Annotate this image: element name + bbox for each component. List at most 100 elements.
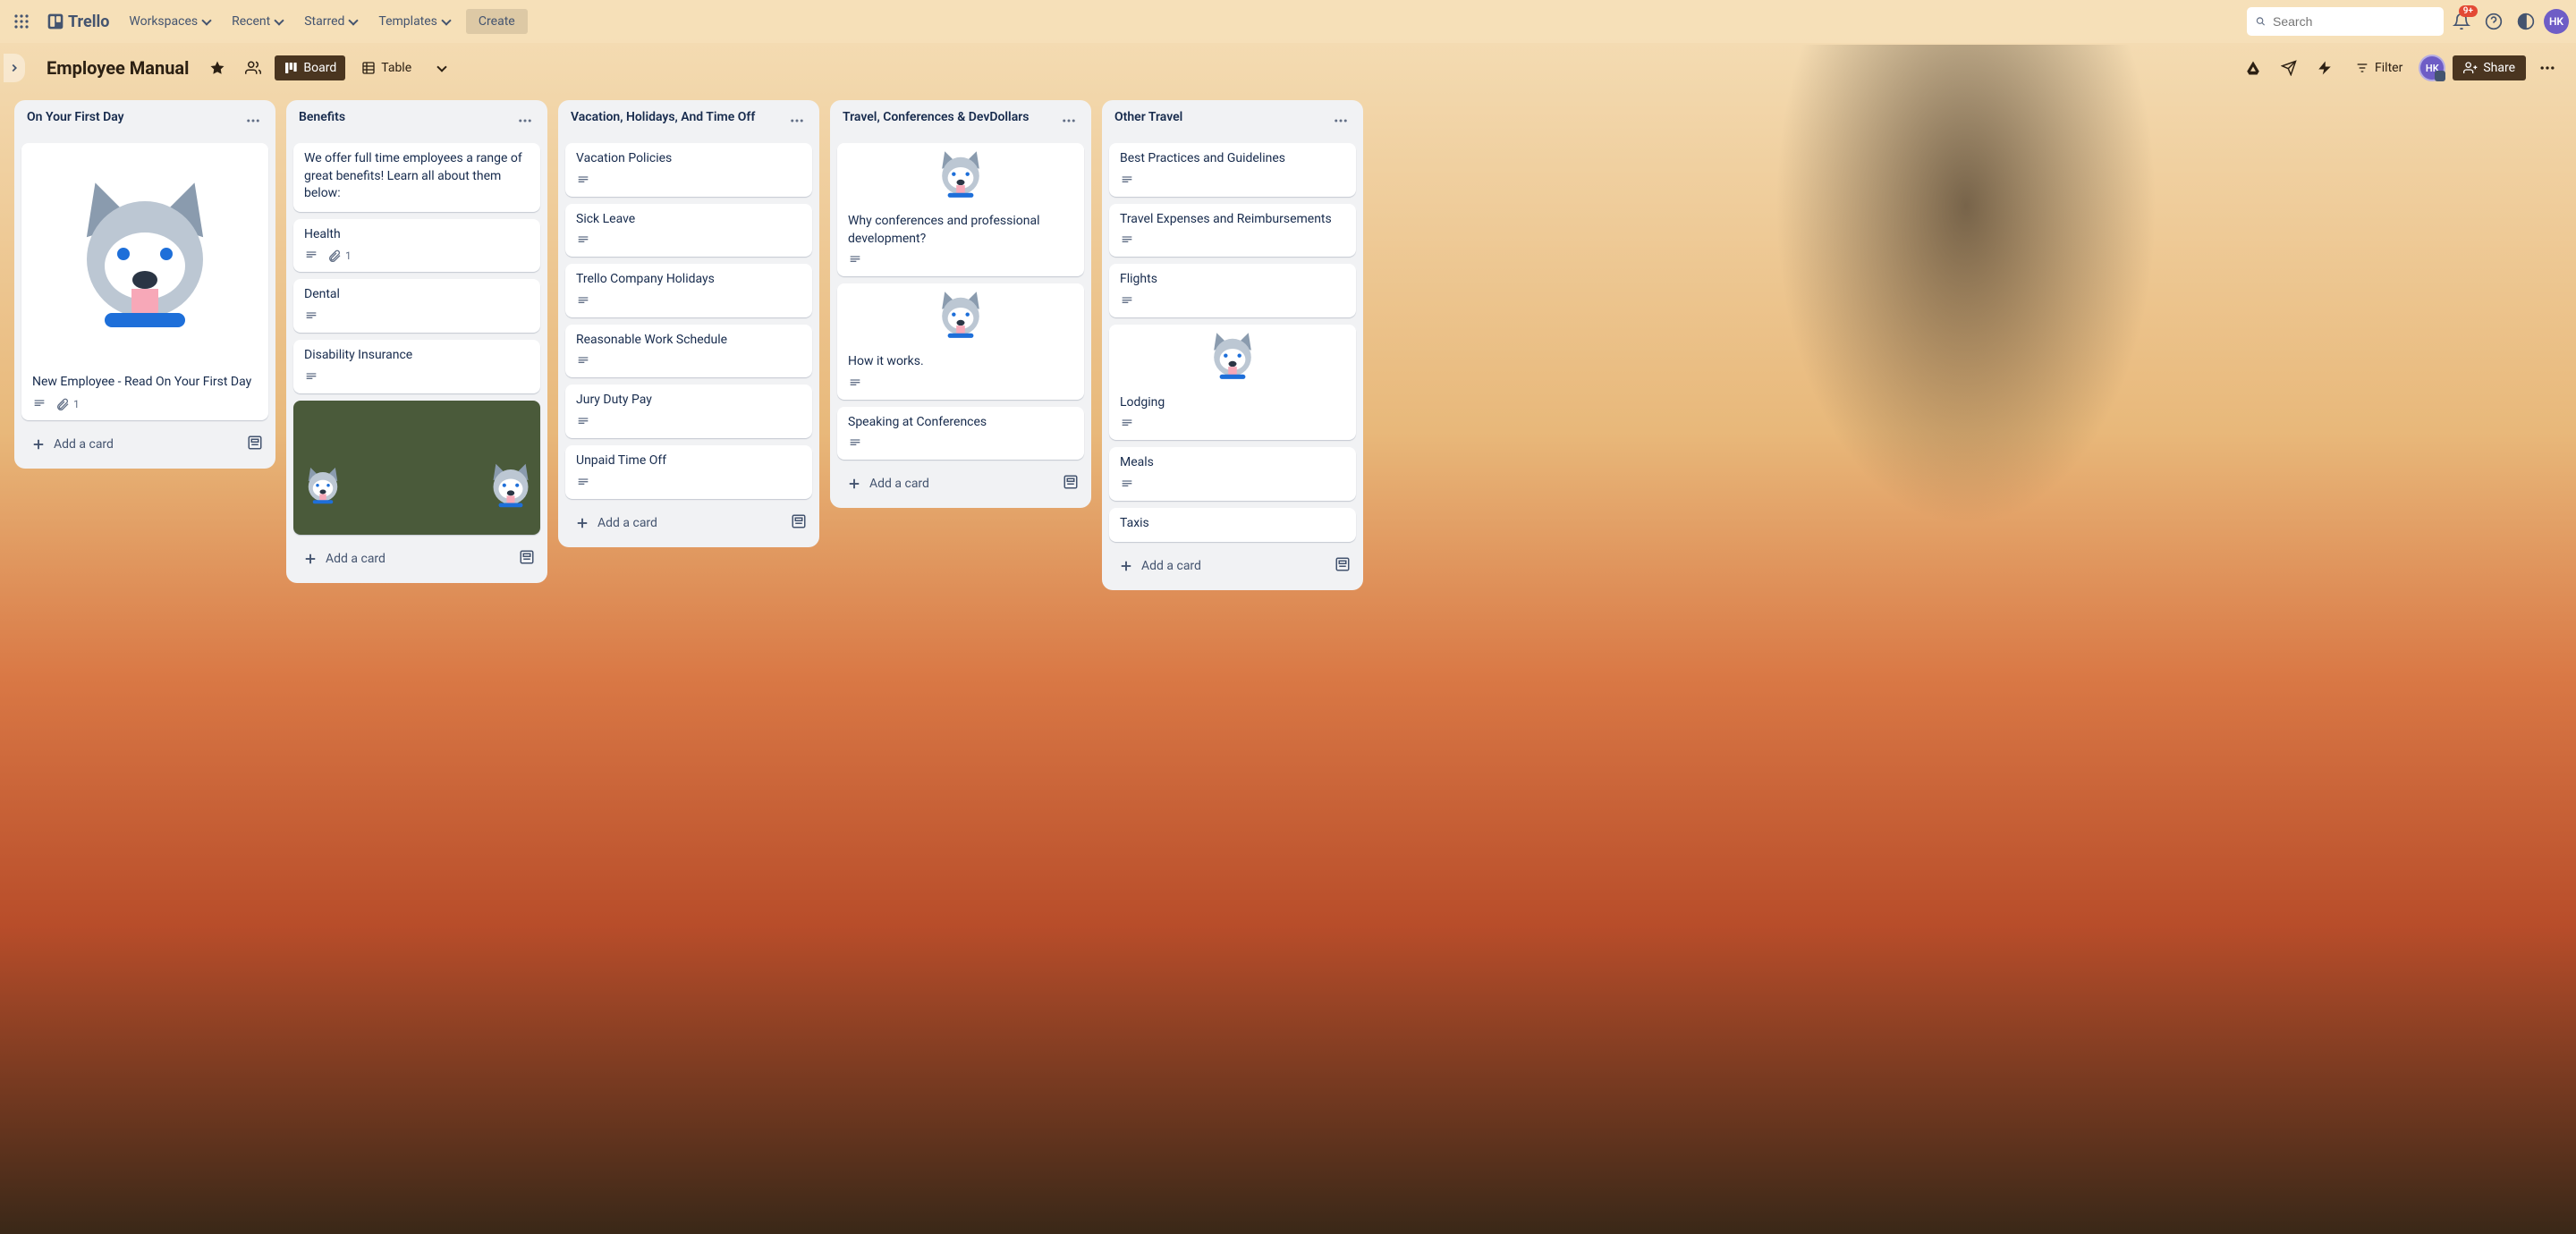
card[interactable]: Lodging	[1109, 325, 1356, 441]
card-title: Trello Company Holidays	[576, 271, 801, 289]
list-menu-button[interactable]	[785, 109, 809, 136]
board-menu-button[interactable]	[2533, 54, 2562, 82]
search-input[interactable]	[2273, 14, 2435, 29]
card[interactable]: Reasonable Work Schedule	[565, 325, 812, 378]
card-title: Lodging	[1120, 394, 1345, 412]
card-title: How it works.	[848, 353, 1073, 371]
card[interactable]: Best Practices and Guidelines	[1109, 143, 1356, 197]
card-title: Sick Leave	[576, 211, 801, 229]
filter-button[interactable]: Filter	[2346, 55, 2411, 80]
nav-recent[interactable]: Recent	[223, 9, 292, 34]
nav-workspaces[interactable]: Workspaces	[120, 9, 219, 34]
list-menu-button[interactable]	[1329, 109, 1352, 136]
board-view-button[interactable]: Board	[275, 55, 345, 80]
card[interactable]: Travel Expenses and Reimbursements	[1109, 204, 1356, 258]
card[interactable]: Trello Company Holidays	[565, 264, 812, 317]
more-icon	[2538, 59, 2556, 77]
account-avatar[interactable]: HK	[2544, 9, 2569, 34]
automation-button[interactable]	[2310, 54, 2339, 82]
attachment-badge: 1	[327, 249, 352, 263]
card-badges	[848, 376, 1073, 391]
description-icon	[32, 397, 47, 411]
card-template-button[interactable]	[1059, 470, 1082, 497]
share-button[interactable]: Share	[2453, 55, 2526, 80]
star-button[interactable]	[203, 54, 232, 82]
card[interactable]: Dental	[293, 279, 540, 333]
description-icon	[1120, 478, 1134, 492]
list-menu-button[interactable]	[242, 109, 265, 136]
card-badges	[576, 233, 801, 248]
search-box[interactable]	[2247, 7, 2444, 36]
card-badges	[576, 476, 801, 490]
app-switcher-icon[interactable]	[7, 7, 36, 36]
card[interactable]: Disability Insurance	[293, 340, 540, 393]
card[interactable]: Unpaid Time Off	[565, 445, 812, 499]
chevron-down-icon	[201, 15, 211, 25]
card-title: Meals	[1120, 454, 1345, 472]
card[interactable]: Meals	[1109, 447, 1356, 501]
card-title: Best Practices and Guidelines	[1120, 150, 1345, 168]
nav-templates[interactable]: Templates	[369, 9, 459, 34]
board-member-avatar[interactable]: HK	[2419, 55, 2445, 81]
powerup-rocket-button[interactable]	[2275, 54, 2303, 82]
card[interactable]: New Employee - Read On Your First Day1	[21, 143, 268, 420]
visibility-button[interactable]	[239, 54, 267, 82]
card-template-button[interactable]	[787, 510, 810, 537]
add-card-button[interactable]: Add a card	[23, 431, 236, 458]
card-cover	[1109, 325, 1356, 387]
card[interactable]: Taxis	[1109, 508, 1356, 542]
people-icon	[245, 60, 261, 76]
card[interactable]: How it works.	[837, 283, 1084, 400]
chevron-down-icon	[441, 15, 451, 25]
views-dropdown-button[interactable]	[428, 54, 456, 82]
table-icon	[361, 61, 376, 75]
card-badges	[1120, 233, 1345, 248]
list-title[interactable]: Travel, Conferences & DevDollars	[843, 109, 1057, 127]
list-menu-button[interactable]	[1057, 109, 1080, 136]
card[interactable]: Health1	[293, 219, 540, 273]
list: Other Travel Best Practices and Guidelin…	[1102, 100, 1363, 590]
add-card-button[interactable]: Add a card	[839, 470, 1052, 497]
card[interactable]: Speaking at Conferences	[837, 407, 1084, 461]
card[interactable]: We offer full time employees a range of …	[293, 143, 540, 212]
description-icon	[304, 249, 318, 263]
list-title[interactable]: On Your First Day	[27, 109, 242, 127]
card-template-button[interactable]	[515, 545, 538, 572]
notifications-button[interactable]: 9+	[2447, 7, 2476, 36]
powerup-drive-button[interactable]	[2239, 54, 2267, 82]
card[interactable]	[293, 401, 540, 535]
list-menu-button[interactable]	[513, 109, 537, 136]
list-title[interactable]: Benefits	[299, 109, 513, 127]
help-button[interactable]	[2479, 7, 2508, 36]
nav-starred[interactable]: Starred	[295, 9, 366, 34]
board-title[interactable]: Employee Manual	[39, 57, 196, 79]
list: Benefits We offer full time employees a …	[286, 100, 547, 583]
card[interactable]: Why conferences and professional develop…	[837, 143, 1084, 276]
theme-button[interactable]	[2512, 7, 2540, 36]
bolt-icon	[2317, 60, 2333, 76]
card-template-button[interactable]	[1331, 553, 1354, 579]
create-button[interactable]: Create	[466, 9, 528, 34]
card[interactable]: Jury Duty Pay	[565, 385, 812, 438]
logo-text: Trello	[68, 13, 109, 31]
card-badges	[304, 370, 530, 385]
sidebar-expand-button[interactable]	[4, 54, 25, 82]
search-icon	[2256, 14, 2266, 29]
card[interactable]: Vacation Policies	[565, 143, 812, 197]
card-cover	[21, 143, 268, 367]
card[interactable]: Flights	[1109, 264, 1356, 317]
board-canvas[interactable]: On Your First Day New Employee - Read On…	[0, 93, 2576, 1234]
card[interactable]: Sick Leave	[565, 204, 812, 258]
add-card-button[interactable]: Add a card	[1111, 553, 1324, 579]
chevron-down-icon	[349, 15, 359, 25]
card-title: Disability Insurance	[304, 347, 530, 365]
card-title: Dental	[304, 286, 530, 304]
card-template-button[interactable]	[243, 431, 267, 458]
trello-logo[interactable]: Trello	[39, 13, 116, 31]
table-view-button[interactable]: Table	[352, 55, 420, 80]
list-title[interactable]: Other Travel	[1114, 109, 1329, 127]
add-card-button[interactable]: Add a card	[567, 510, 780, 537]
filter-icon	[2355, 61, 2369, 75]
list-title[interactable]: Vacation, Holidays, And Time Off	[571, 109, 785, 127]
add-card-button[interactable]: Add a card	[295, 545, 508, 572]
